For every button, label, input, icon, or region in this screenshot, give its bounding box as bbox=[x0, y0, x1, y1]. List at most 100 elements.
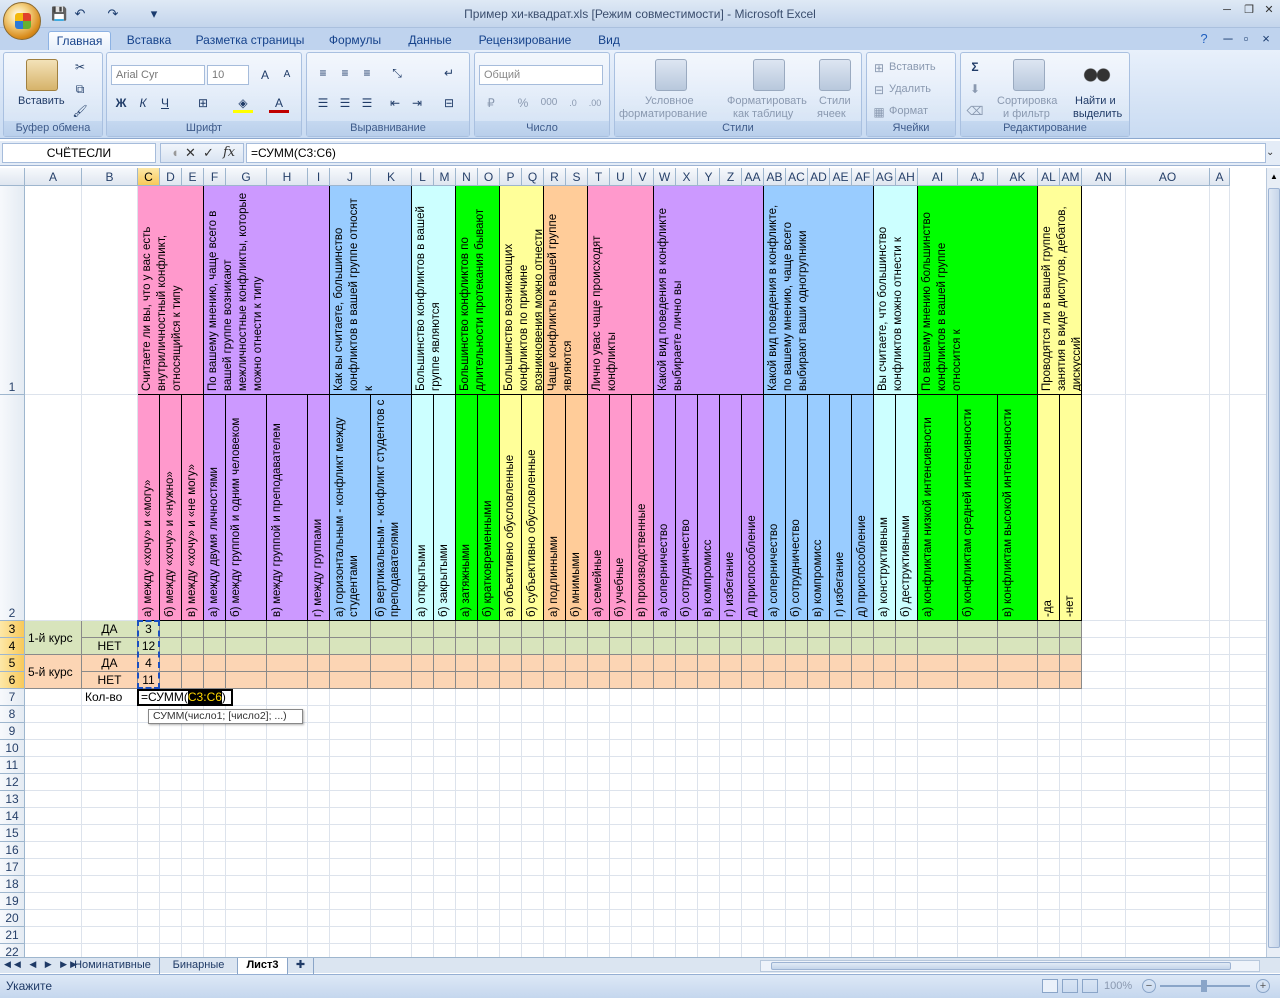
option-header[interactable]: б) закрытыми bbox=[434, 395, 456, 621]
data-cell[interactable] bbox=[434, 655, 456, 672]
data-cell[interactable] bbox=[654, 672, 676, 689]
column-header[interactable]: AF bbox=[852, 168, 874, 186]
decrease-decimal-icon[interactable]: .00 bbox=[585, 93, 605, 113]
data-cell[interactable] bbox=[1038, 638, 1060, 655]
column-header[interactable]: H bbox=[267, 168, 308, 186]
data-cell[interactable] bbox=[786, 621, 808, 638]
font-size-field[interactable]: 10 bbox=[207, 65, 249, 85]
row-header[interactable]: 18 bbox=[0, 876, 25, 893]
data-cell[interactable] bbox=[720, 672, 742, 689]
delete-cells-button[interactable]: Удалить bbox=[889, 83, 931, 95]
column-header[interactable]: AC bbox=[786, 168, 808, 186]
data-cell[interactable] bbox=[676, 672, 698, 689]
function-tooltip[interactable]: СУММ(число1; [число2]; ...) bbox=[148, 709, 303, 724]
question-header[interactable]: Проводятся ли в вашей группе занятия в в… bbox=[1038, 186, 1082, 395]
option-header[interactable]: а) между двумя личностями bbox=[204, 395, 226, 621]
data-cell[interactable] bbox=[267, 638, 308, 655]
data-cell[interactable] bbox=[874, 621, 896, 638]
orientation-icon[interactable]: ⤡ bbox=[387, 63, 407, 83]
data-cell[interactable] bbox=[182, 638, 204, 655]
option-header[interactable]: а) между «хочу» и «могу» bbox=[138, 395, 160, 621]
data-cell[interactable] bbox=[764, 655, 786, 672]
column-header[interactable]: D bbox=[160, 168, 182, 186]
data-cell[interactable] bbox=[830, 621, 852, 638]
data-cell[interactable] bbox=[852, 621, 874, 638]
conditional-format-line2[interactable]: форматирование bbox=[619, 108, 707, 120]
data-cell[interactable] bbox=[632, 638, 654, 655]
clear-icon[interactable]: ⌫ bbox=[965, 101, 985, 121]
option-header[interactable]: г) между группами bbox=[308, 395, 330, 621]
minimize-button[interactable]: ─ bbox=[1218, 2, 1236, 18]
sort-filter-line1[interactable]: Сортировка bbox=[997, 95, 1057, 107]
column-header[interactable]: W bbox=[654, 168, 676, 186]
row-header[interactable]: 3 bbox=[0, 621, 25, 638]
option-header[interactable]: б) вертикальным - конфликт студентов с п… bbox=[371, 395, 412, 621]
question-header[interactable]: Чаще конфликты в вашей группе являются bbox=[544, 186, 588, 395]
align-right-icon[interactable]: ☰ bbox=[357, 93, 377, 113]
row-header[interactable]: 9 bbox=[0, 723, 25, 740]
group-label[interactable]: 1-й курс bbox=[25, 621, 82, 655]
format-painter-icon[interactable]: 🖌 bbox=[70, 101, 90, 121]
data-cell[interactable] bbox=[896, 655, 918, 672]
ribbon-restore-icon[interactable]: ▫ bbox=[1238, 31, 1254, 47]
row-header[interactable]: 2 bbox=[0, 395, 25, 621]
data-cell[interactable] bbox=[764, 672, 786, 689]
scroll-up-icon[interactable]: ▲ bbox=[1268, 170, 1280, 184]
maximize-button[interactable]: ❐ bbox=[1240, 2, 1258, 18]
column-header[interactable]: AM bbox=[1060, 168, 1082, 186]
option-header[interactable]: а) затяжными bbox=[456, 395, 478, 621]
data-cell[interactable] bbox=[676, 638, 698, 655]
data-cell[interactable] bbox=[874, 672, 896, 689]
question-header[interactable]: Лично увас чаще происходят конфликты bbox=[588, 186, 654, 395]
column-header[interactable]: U bbox=[610, 168, 632, 186]
option-header[interactable]: б) учебные bbox=[610, 395, 632, 621]
data-cell[interactable] bbox=[852, 638, 874, 655]
data-cell[interactable] bbox=[204, 672, 226, 689]
data-cell[interactable] bbox=[808, 672, 830, 689]
column-header[interactable]: L bbox=[412, 168, 434, 186]
option-header[interactable]: б) мнимыми bbox=[566, 395, 588, 621]
decrease-indent-icon[interactable]: ⇤ bbox=[385, 93, 405, 113]
paste-icon[interactable] bbox=[26, 59, 58, 91]
data-cell[interactable] bbox=[434, 621, 456, 638]
data-cell[interactable] bbox=[918, 621, 958, 638]
data-cell[interactable] bbox=[566, 638, 588, 655]
new-sheet-icon[interactable]: ✚ bbox=[288, 958, 314, 974]
tab-view[interactable]: Вид bbox=[590, 31, 628, 50]
question-header[interactable]: Большинство конфликтов в вашей группе яв… bbox=[412, 186, 456, 395]
sheet-tab-list3[interactable]: Лист3 bbox=[238, 958, 288, 974]
data-cell[interactable] bbox=[500, 655, 522, 672]
column-header[interactable]: B bbox=[82, 168, 138, 186]
column-header[interactable]: AK bbox=[998, 168, 1038, 186]
data-cell[interactable] bbox=[698, 655, 720, 672]
wrap-text-icon[interactable]: ↵ bbox=[439, 63, 459, 83]
data-cell[interactable] bbox=[371, 672, 412, 689]
format-cells-button[interactable]: Формат bbox=[889, 105, 928, 117]
data-cell[interactable] bbox=[522, 672, 544, 689]
data-cell[interactable] bbox=[588, 655, 610, 672]
option-header[interactable]: б) между группой и одним человеком bbox=[226, 395, 267, 621]
data-cell[interactable] bbox=[456, 655, 478, 672]
percent-button[interactable]: % bbox=[513, 93, 533, 113]
underline-icon[interactable]: Ч bbox=[155, 93, 175, 113]
question-header[interactable]: Какой вид поведения в конфликте выбирает… bbox=[654, 186, 764, 395]
data-cell[interactable] bbox=[544, 672, 566, 689]
data-cell[interactable] bbox=[522, 621, 544, 638]
data-cell[interactable] bbox=[412, 621, 434, 638]
data-cell[interactable] bbox=[786, 672, 808, 689]
data-cell[interactable] bbox=[998, 672, 1038, 689]
tab-insert[interactable]: Вставка bbox=[119, 31, 179, 50]
row-header[interactable]: 14 bbox=[0, 808, 25, 825]
option-header[interactable]: в) между группой и преподавателем bbox=[267, 395, 308, 621]
data-cell[interactable] bbox=[544, 621, 566, 638]
column-header[interactable]: A bbox=[25, 168, 82, 186]
option-header[interactable]: в) компромисс bbox=[698, 395, 720, 621]
data-cell[interactable] bbox=[204, 655, 226, 672]
row-header[interactable]: 21 bbox=[0, 927, 25, 944]
data-cell[interactable] bbox=[998, 655, 1038, 672]
data-cell[interactable] bbox=[918, 655, 958, 672]
format-table-icon[interactable] bbox=[753, 59, 785, 91]
cancel-entry-icon[interactable]: ✕ bbox=[185, 144, 196, 162]
row-header[interactable]: 1 bbox=[0, 186, 25, 395]
column-header[interactable]: S bbox=[566, 168, 588, 186]
